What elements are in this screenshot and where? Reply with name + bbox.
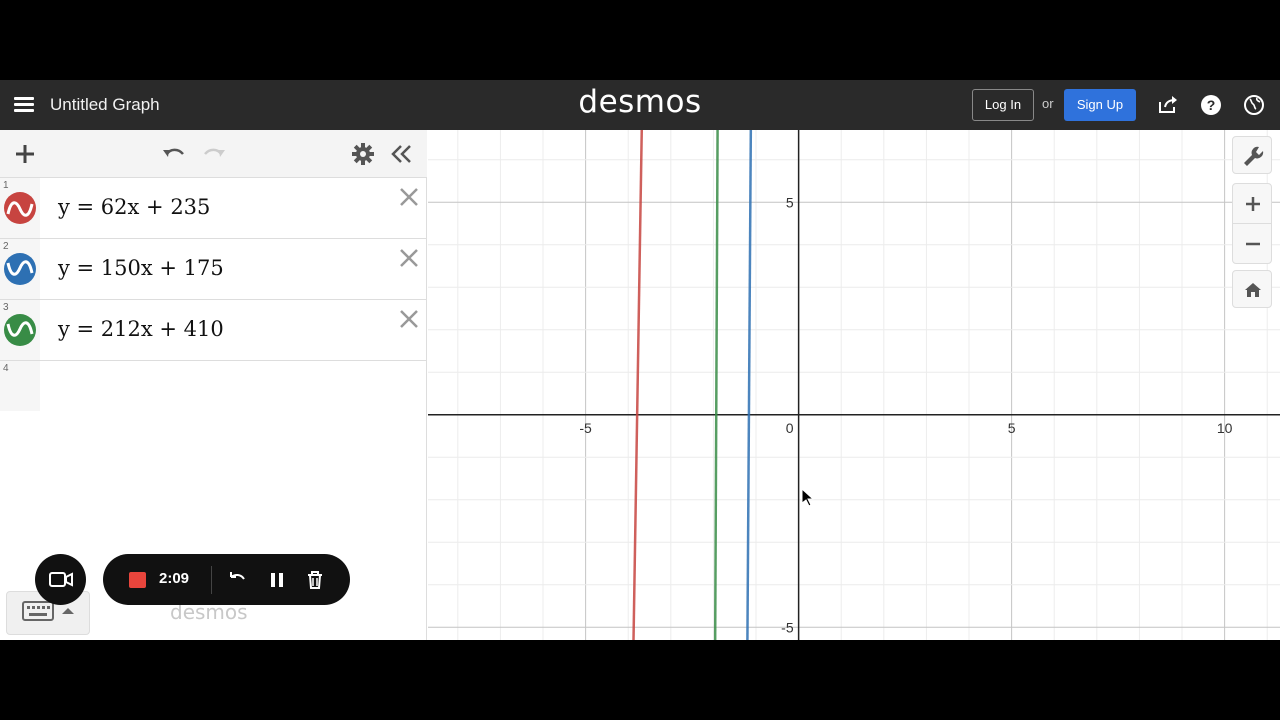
wrench-icon[interactable] xyxy=(1232,136,1272,174)
mouse-cursor-icon xyxy=(801,488,815,507)
signup-button[interactable]: Sign Up xyxy=(1064,89,1136,121)
redo-icon[interactable] xyxy=(201,142,225,166)
expression-gutter: 2 xyxy=(0,239,40,299)
close-icon[interactable] xyxy=(398,308,420,330)
close-icon[interactable] xyxy=(398,186,420,208)
zoom-in-button[interactable] xyxy=(1232,183,1272,224)
plus-icon[interactable] xyxy=(13,142,37,166)
home-button[interactable] xyxy=(1232,270,1272,308)
close-icon[interactable] xyxy=(398,247,420,269)
x-tick-label: -5 xyxy=(579,420,592,436)
graph-toggle-icon[interactable] xyxy=(4,192,36,224)
zoom-out-button[interactable] xyxy=(1232,223,1272,264)
plus-icon xyxy=(1246,197,1260,211)
y-tick-label: 5 xyxy=(786,194,794,210)
divider xyxy=(211,566,212,594)
gear-icon[interactable] xyxy=(351,142,375,166)
expression-list: 1 y = 62x + 235 2 y = 150x + 175 3 y = 2… xyxy=(0,178,427,411)
help-icon[interactable]: ? xyxy=(1199,93,1223,117)
expression-index: 4 xyxy=(3,363,9,374)
restart-icon[interactable] xyxy=(225,568,249,592)
y-tick-label: -5 xyxy=(781,619,794,635)
expression-gutter: 1 xyxy=(0,178,40,238)
pause-icon[interactable] xyxy=(265,568,289,592)
graph-toggle-icon[interactable] xyxy=(4,253,36,285)
recording-time: 2:09 xyxy=(159,570,190,587)
expression-text[interactable]: y = 62x + 235 xyxy=(58,195,210,219)
share-icon[interactable] xyxy=(1156,93,1180,117)
expression-index: 3 xyxy=(3,302,9,313)
expression-row[interactable]: 3 y = 212x + 410 xyxy=(0,300,427,361)
expression-text[interactable]: y = 212x + 410 xyxy=(58,317,224,341)
graph-line xyxy=(746,130,753,640)
x-tick-label: 5 xyxy=(1008,420,1016,436)
trash-icon[interactable] xyxy=(303,568,327,592)
expression-text[interactable]: y = 150x + 175 xyxy=(58,256,224,280)
top-bar: Untitled Graph desmos Log In or Sign Up … xyxy=(0,80,1280,130)
expression-index: 2 xyxy=(3,241,9,252)
video-camera-icon xyxy=(49,572,73,587)
x-tick-label: 10 xyxy=(1217,420,1233,436)
expression-index: 1 xyxy=(3,180,9,191)
svg-text:?: ? xyxy=(1207,97,1216,113)
expression-row[interactable]: 1 y = 62x + 235 xyxy=(0,178,427,239)
globe-icon[interactable] xyxy=(1242,93,1266,117)
graph-line xyxy=(632,130,644,640)
graph-line xyxy=(713,130,719,640)
panel-toolbar xyxy=(0,130,427,178)
app-frame: Untitled Graph desmos Log In or Sign Up … xyxy=(0,80,1280,640)
or-text: or xyxy=(1042,96,1054,111)
graph-paper[interactable]: -5 0 5 10 5 -5 xyxy=(428,130,1280,640)
expression-gutter: 4 xyxy=(0,361,40,411)
undo-icon[interactable] xyxy=(161,142,185,166)
minus-icon xyxy=(1246,242,1260,246)
double-chevron-left-icon[interactable] xyxy=(390,142,414,166)
graph-canvas[interactable]: -5 0 5 10 5 -5 xyxy=(428,130,1280,640)
graph-toggle-icon[interactable] xyxy=(4,314,36,346)
expression-gutter: 3 xyxy=(0,300,40,360)
login-button[interactable]: Log In xyxy=(972,89,1034,121)
empty-expression-row[interactable]: 4 xyxy=(0,361,427,411)
recording-toolbar: 2:09 xyxy=(103,554,350,605)
stop-recording-button[interactable] xyxy=(129,572,146,588)
camera-button[interactable] xyxy=(35,554,86,605)
home-icon xyxy=(1245,283,1261,297)
x-tick-label: 0 xyxy=(786,420,794,436)
expression-row[interactable]: 2 y = 150x + 175 xyxy=(0,239,427,300)
